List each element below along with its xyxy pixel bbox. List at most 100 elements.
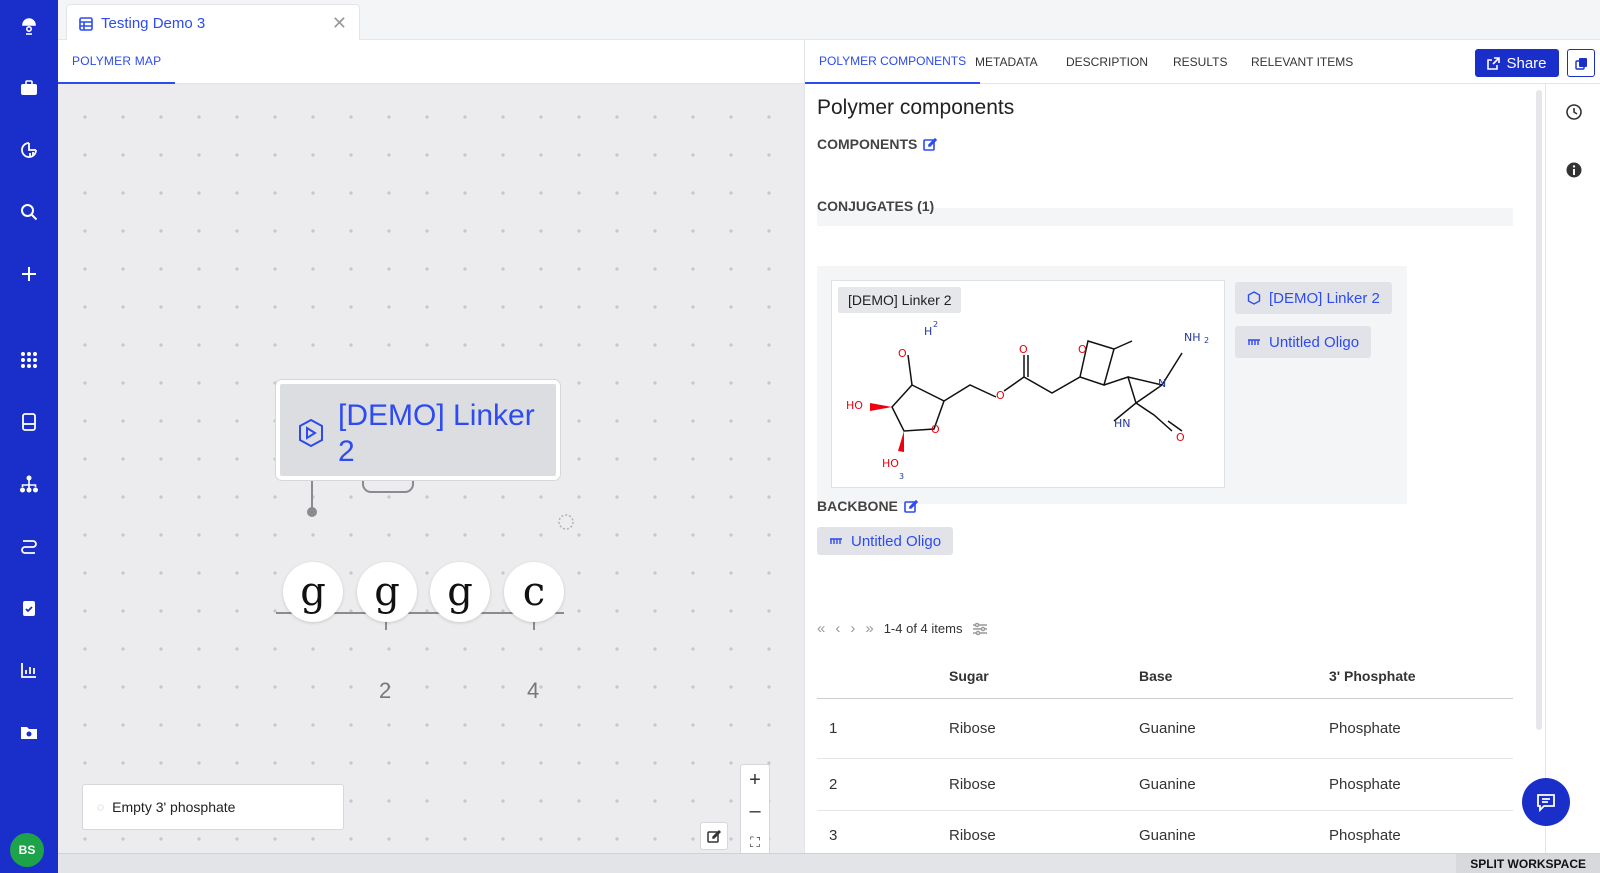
nav-rail: BS	[0, 0, 58, 873]
svg-text:3: 3	[899, 472, 904, 481]
empty-phosphate-legend: ◌ Empty 3' phosphate	[82, 784, 344, 830]
hexagon-icon	[1247, 291, 1261, 305]
edit-map-button[interactable]	[700, 822, 728, 850]
tab-relevant-items[interactable]: RELEVANT ITEMS	[1237, 40, 1367, 84]
info-icon[interactable]	[1564, 160, 1584, 180]
empty-phosphate-label: Empty 3' phosphate	[112, 799, 236, 815]
svg-text:HO: HO	[882, 457, 899, 470]
chat-button[interactable]	[1522, 778, 1570, 826]
right-tab-bar: POLYMER COMPONENTS METADATA DESCRIPTION …	[805, 40, 1600, 84]
next-page-icon[interactable]: ›	[850, 620, 855, 637]
conjugate-chip-label: Untitled Oligo	[1269, 333, 1360, 351]
details-pane: POLYMER COMPONENTS METADATA DESCRIPTION …	[804, 40, 1600, 853]
molecule-card[interactable]: O H 2 HO O O O O HO 3 N HN O NH 2 [DEMO]…	[831, 280, 1225, 488]
conjugate-chip[interactable]: [DEMO] Linker 2	[1235, 282, 1392, 314]
table-row[interactable]: 2 Ribose Guanine Phosphate	[817, 758, 1513, 811]
table-cell: 1	[817, 698, 949, 759]
tab-metadata[interactable]: METADATA	[961, 40, 1052, 84]
apps-icon[interactable]	[0, 342, 58, 378]
oligo-icon	[830, 538, 842, 544]
last-page-icon[interactable]: »	[865, 620, 873, 637]
document-tab-title: Testing Demo 3	[101, 15, 206, 32]
table-cell: Phosphate	[1329, 698, 1513, 759]
linker-node-label: [DEMO] Linker 2	[338, 399, 535, 468]
zoom-out-button[interactable]: –	[741, 796, 769, 827]
hierarchy-icon[interactable]	[0, 466, 58, 502]
linker-node[interactable]: [DEMO] Linker 2	[276, 380, 560, 480]
edit-icon[interactable]	[923, 137, 938, 151]
notebook-icon[interactable]	[0, 404, 58, 440]
table-cell: 2	[817, 758, 949, 811]
search-icon[interactable]	[0, 194, 58, 230]
monomer-bead[interactable]: g	[283, 562, 343, 622]
document-tab[interactable]: Testing Demo 3 ✕	[66, 4, 360, 42]
close-icon[interactable]: ✕	[332, 13, 347, 34]
tab-description[interactable]: DESCRIPTION	[1052, 40, 1162, 84]
tab-results[interactable]: RESULTS	[1159, 40, 1241, 84]
plus-icon[interactable]	[0, 256, 58, 292]
edit-icon[interactable]	[904, 499, 918, 513]
svg-text:NH: NH	[1184, 331, 1201, 344]
svg-text:H: H	[924, 325, 932, 338]
filter-settings-icon[interactable]	[972, 622, 988, 636]
workflow-icon[interactable]	[0, 528, 58, 564]
molecule-tag: [DEMO] Linker 2	[838, 287, 962, 313]
table-header-phosphate[interactable]: 3' Phosphate	[1329, 654, 1513, 699]
zoom-controls: + – ⛶	[740, 764, 770, 859]
briefcase-icon[interactable]	[0, 70, 58, 106]
polymer-map-pane: POLYMER MAP [DEMO] Linker 2 g g g c 2 4 …	[58, 40, 804, 859]
oligo-icon	[1248, 339, 1260, 345]
vertical-scrollbar[interactable]	[1536, 90, 1542, 730]
table-cell: Ribose	[949, 810, 1139, 853]
prev-page-icon[interactable]: ‹	[835, 620, 840, 637]
ruler-label: 2	[379, 678, 392, 703]
status-bar: SPLIT WORKSPACE	[58, 853, 1600, 873]
monomer-table: Sugar Base 3' Phosphate 1 Ribose Guanine…	[817, 654, 1513, 853]
folder-icon[interactable]	[0, 714, 58, 750]
conjugates-panel: O H 2 HO O O O O HO 3 N HN O NH 2 [DEMO]…	[817, 266, 1407, 504]
split-workspace-button[interactable]: SPLIT WORKSPACE	[1456, 854, 1600, 873]
table-cell: 3	[817, 810, 949, 853]
components-label: COMPONENTS	[817, 136, 918, 152]
ruler-label: 4	[527, 678, 540, 703]
polymer-map-canvas[interactable]: [DEMO] Linker 2 g g g c 2 4 ◌ Empty 3' p…	[58, 84, 804, 859]
share-button[interactable]: Share	[1475, 49, 1559, 77]
logo-icon[interactable]	[0, 8, 58, 44]
svg-text:HO: HO	[846, 399, 863, 412]
table-header-base[interactable]: Base	[1139, 654, 1329, 699]
table-header-sugar[interactable]: Sugar	[949, 654, 1139, 699]
zoom-in-button[interactable]: +	[741, 765, 769, 796]
svg-text:2: 2	[933, 320, 938, 329]
components-scroll-area[interactable]: Polymer components COMPONENTS CONJUGATES…	[805, 84, 1539, 853]
table-row[interactable]: 3 Ribose Guanine Phosphate	[817, 810, 1513, 853]
side-toolbar	[1545, 84, 1600, 853]
table-header-row: Sugar Base 3' Phosphate	[817, 654, 1513, 699]
history-icon[interactable]	[1564, 102, 1584, 122]
conjugate-chip[interactable]: Untitled Oligo	[1235, 326, 1372, 358]
pagination: « ‹ › » 1-4 of 4 items	[817, 620, 988, 637]
tab-polymer-map[interactable]: POLYMER MAP	[58, 40, 176, 84]
monomer-bead[interactable]: g	[357, 562, 417, 622]
table-cell: Guanine	[1139, 810, 1329, 853]
first-page-icon[interactable]: «	[817, 620, 825, 637]
dashboard-icon[interactable]	[0, 132, 58, 168]
clipboard-icon[interactable]	[0, 590, 58, 626]
backbone-chip[interactable]: Untitled Oligo	[817, 527, 954, 555]
monomer-bead[interactable]: c	[504, 562, 564, 622]
tab-polymer-components[interactable]: POLYMER COMPONENTS	[805, 40, 981, 84]
table-header-index	[817, 654, 949, 699]
copy-icon	[1574, 57, 1587, 70]
chart-icon[interactable]	[0, 652, 58, 688]
components-heading: COMPONENTS	[817, 136, 938, 152]
share-label: Share	[1506, 54, 1547, 72]
share-icon	[1487, 56, 1501, 70]
user-avatar[interactable]: BS	[10, 833, 44, 867]
copy-button[interactable]	[1567, 49, 1595, 77]
monomer-bead[interactable]: g	[430, 562, 490, 622]
backbone-label: BACKBONE	[817, 498, 898, 514]
table-row[interactable]: 1 Ribose Guanine Phosphate	[817, 698, 1513, 759]
conjugate-chip-label: [DEMO] Linker 2	[1269, 289, 1380, 307]
table-cell: Ribose	[949, 698, 1139, 759]
svg-text:O: O	[1019, 343, 1028, 356]
backbone-heading: BACKBONE	[817, 498, 918, 514]
